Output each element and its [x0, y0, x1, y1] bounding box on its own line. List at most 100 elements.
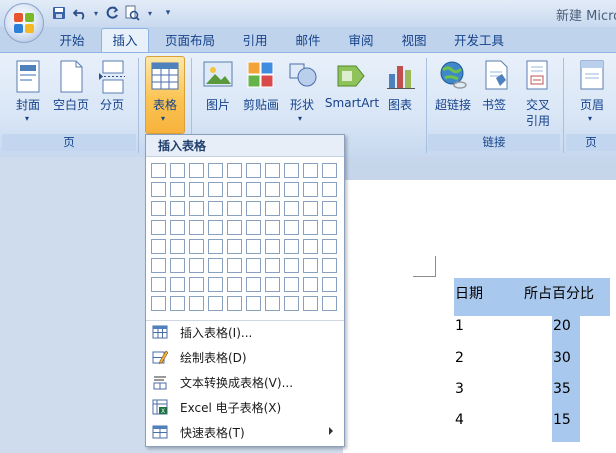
grid-cell[interactable]	[170, 220, 185, 235]
chart-button[interactable]: 图表	[384, 96, 416, 113]
tab-view[interactable]: 视图	[396, 31, 432, 50]
grid-cell[interactable]	[208, 277, 223, 292]
grid-cell[interactable]	[170, 182, 185, 197]
grid-cell[interactable]	[170, 239, 185, 254]
grid-cell[interactable]	[170, 277, 185, 292]
draw-table-item[interactable]: 绘制表格(D)	[146, 345, 344, 369]
grid-cell[interactable]	[303, 201, 318, 216]
grid-cell[interactable]	[246, 296, 261, 311]
grid-cell[interactable]	[208, 182, 223, 197]
header-button[interactable]: 页眉	[574, 96, 610, 113]
grid-cell[interactable]	[170, 201, 185, 216]
grid-cell[interactable]	[284, 258, 299, 273]
undo-icon[interactable]	[72, 5, 88, 21]
grid-cell[interactable]	[322, 163, 337, 178]
table-size-grid[interactable]	[151, 163, 341, 315]
grid-cell[interactable]	[265, 296, 280, 311]
save-icon[interactable]	[51, 5, 67, 21]
blank-page-button[interactable]: 空白页	[50, 96, 92, 113]
tab-developer[interactable]: 开发工具	[449, 31, 509, 50]
grid-cell[interactable]	[227, 258, 242, 273]
shapes-dropdown-icon[interactable]: ▾	[298, 114, 302, 123]
tab-page-layout[interactable]: 页面布局	[160, 31, 220, 50]
clipart-button[interactable]: 剪贴画	[240, 96, 282, 113]
grid-cell[interactable]	[284, 277, 299, 292]
grid-cell[interactable]	[265, 201, 280, 216]
grid-cell[interactable]	[284, 296, 299, 311]
grid-cell[interactable]	[227, 239, 242, 254]
grid-cell[interactable]	[189, 220, 204, 235]
grid-cell[interactable]	[284, 239, 299, 254]
grid-cell[interactable]	[303, 220, 318, 235]
grid-cell[interactable]	[322, 277, 337, 292]
grid-cell[interactable]	[246, 182, 261, 197]
grid-cell[interactable]	[284, 201, 299, 216]
grid-cell[interactable]	[284, 163, 299, 178]
grid-cell[interactable]	[303, 258, 318, 273]
grid-cell[interactable]	[208, 239, 223, 254]
grid-cell[interactable]	[227, 296, 242, 311]
grid-cell[interactable]	[170, 296, 185, 311]
grid-cell[interactable]	[151, 258, 166, 273]
grid-cell[interactable]	[189, 258, 204, 273]
grid-cell[interactable]	[284, 182, 299, 197]
grid-cell[interactable]	[303, 239, 318, 254]
tab-home[interactable]: 开始	[52, 31, 92, 50]
grid-cell[interactable]	[322, 296, 337, 311]
tab-mailings[interactable]: 邮件	[290, 31, 326, 50]
grid-cell[interactable]	[265, 258, 280, 273]
page-break-button[interactable]: 分页	[96, 96, 128, 113]
grid-cell[interactable]	[151, 277, 166, 292]
grid-cell[interactable]	[189, 277, 204, 292]
grid-cell[interactable]	[246, 258, 261, 273]
grid-cell[interactable]	[265, 182, 280, 197]
grid-cell[interactable]	[303, 296, 318, 311]
grid-cell[interactable]	[208, 201, 223, 216]
grid-cell[interactable]	[227, 277, 242, 292]
grid-cell[interactable]	[322, 239, 337, 254]
grid-cell[interactable]	[246, 239, 261, 254]
picture-button[interactable]: 图片	[200, 96, 236, 113]
excel-spreadsheet-item[interactable]: X Excel 电子表格(X)	[146, 395, 344, 419]
hyperlink-button[interactable]: 超链接	[432, 96, 474, 113]
grid-cell[interactable]	[208, 258, 223, 273]
redo-icon[interactable]	[104, 5, 120, 21]
grid-cell[interactable]	[170, 163, 185, 178]
customize-qat-icon[interactable]: ▾	[160, 5, 176, 21]
insert-table-item[interactable]: 插入表格(I)...	[146, 320, 344, 344]
grid-cell[interactable]	[151, 296, 166, 311]
grid-cell[interactable]	[151, 163, 166, 178]
shapes-button[interactable]: 形状	[286, 96, 318, 113]
smartart-button[interactable]: SmartArt	[324, 96, 380, 110]
tab-insert[interactable]: 插入	[101, 28, 149, 53]
grid-cell[interactable]	[189, 239, 204, 254]
grid-cell[interactable]	[265, 163, 280, 178]
bookmark-button[interactable]: 书签	[478, 96, 510, 113]
print-preview-icon[interactable]	[124, 5, 140, 21]
grid-cell[interactable]	[303, 277, 318, 292]
grid-cell[interactable]	[303, 163, 318, 178]
tab-references[interactable]: 引用	[237, 31, 273, 50]
grid-cell[interactable]	[322, 201, 337, 216]
grid-cell[interactable]	[246, 201, 261, 216]
grid-cell[interactable]	[322, 220, 337, 235]
grid-cell[interactable]	[265, 277, 280, 292]
grid-cell[interactable]	[208, 296, 223, 311]
grid-cell[interactable]	[208, 163, 223, 178]
grid-cell[interactable]	[170, 258, 185, 273]
preview-dropdown-icon[interactable]: ▾	[142, 5, 158, 21]
grid-cell[interactable]	[151, 182, 166, 197]
grid-cell[interactable]	[151, 239, 166, 254]
header-dropdown-icon[interactable]: ▾	[588, 114, 592, 123]
grid-cell[interactable]	[265, 220, 280, 235]
grid-cell[interactable]	[189, 201, 204, 216]
cover-page-button[interactable]: 封面	[10, 96, 46, 113]
grid-cell[interactable]	[151, 220, 166, 235]
grid-cell[interactable]	[227, 201, 242, 216]
grid-cell[interactable]	[246, 220, 261, 235]
grid-cell[interactable]	[227, 220, 242, 235]
grid-cell[interactable]	[189, 296, 204, 311]
grid-cell[interactable]	[227, 182, 242, 197]
grid-cell[interactable]	[322, 182, 337, 197]
tab-review[interactable]: 审阅	[343, 31, 379, 50]
